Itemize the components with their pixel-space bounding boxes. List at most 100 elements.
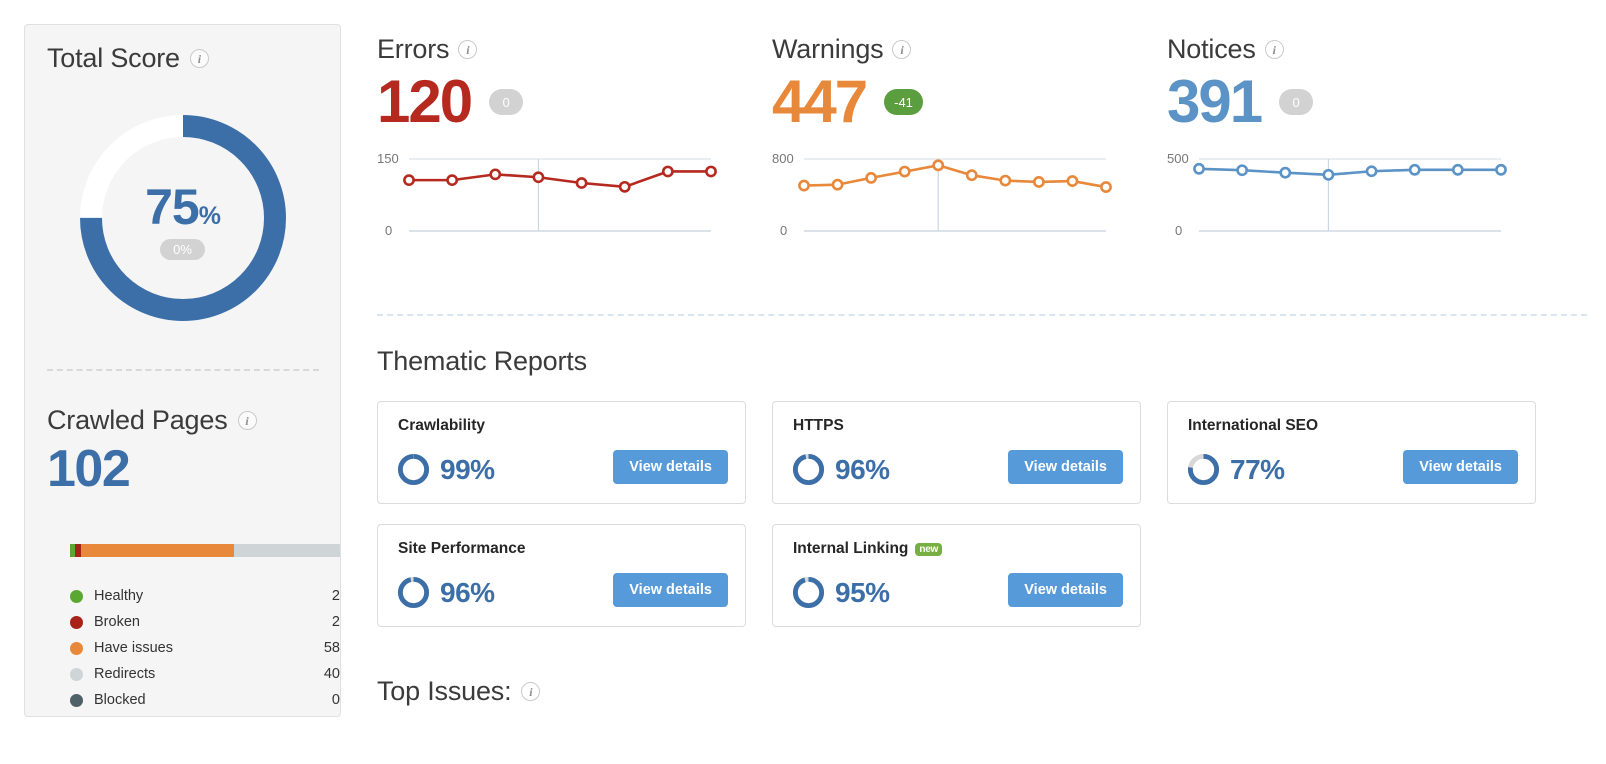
metric-sparkline: 500 0	[1167, 149, 1507, 249]
legend-label: Broken	[94, 614, 332, 630]
y-axis-min-label: 0	[385, 223, 392, 238]
mini-donut-icon	[396, 575, 431, 610]
sparkline-point	[1496, 165, 1505, 174]
thematic-report-score: 96%	[396, 575, 495, 610]
sparkline-point	[1453, 165, 1462, 174]
thematic-report-card[interactable]: HTTPS 96% View details	[772, 401, 1141, 504]
thematic-report-card[interactable]: Crawlability99%View details	[377, 401, 746, 504]
y-axis-min-label: 0	[1175, 223, 1182, 238]
thematic-report-percent: 77%	[1230, 456, 1285, 484]
legend-label: Blocked	[94, 692, 332, 708]
thematic-report-score: 77%	[1186, 452, 1285, 487]
sparkline-point	[1194, 164, 1203, 173]
thematic-report-card[interactable]: Internal Linking new 95% View details	[772, 524, 1141, 627]
sparkline-point	[1281, 168, 1290, 177]
sparkline-point	[967, 171, 976, 180]
thematic-report-label: International SEO	[1188, 417, 1318, 435]
site-audit-overview: Total Score i 75% 0% Crawled Pages i 102…	[0, 0, 1606, 764]
sparkline-point	[867, 173, 876, 182]
sparkline-point	[491, 170, 500, 179]
total-score-label: Total Score	[47, 43, 180, 74]
crawled-pages-label: Crawled Pages	[47, 405, 228, 436]
y-axis-min-label: 0	[780, 223, 787, 238]
view-details-button[interactable]: View details	[1403, 450, 1518, 484]
legend-value: 40	[324, 666, 340, 682]
legend-label: Healthy	[94, 588, 332, 604]
legend-value: 0	[332, 692, 340, 708]
sparkline-point	[1068, 176, 1077, 185]
sparkline-point	[663, 167, 672, 176]
info-icon[interactable]: i	[521, 682, 540, 701]
view-details-button[interactable]: View details	[613, 450, 728, 484]
sparkline-point	[404, 176, 413, 185]
metric-value: 391	[1167, 72, 1261, 132]
thematic-report-card[interactable]: Site Performance 96% View details	[377, 524, 746, 627]
info-icon[interactable]: i	[458, 40, 477, 59]
sparkline-point	[448, 176, 457, 185]
thematic-report-label: Internal Linking	[793, 540, 908, 558]
y-axis-max-label: 150	[377, 151, 399, 166]
info-icon[interactable]: i	[1265, 40, 1284, 59]
total-score-title: Total Score i	[47, 43, 209, 74]
sparkline-point	[1034, 177, 1043, 186]
legend-label: Redirects	[94, 666, 324, 682]
metric-value-row: 3910	[1167, 69, 1527, 135]
sparkline-point	[934, 161, 943, 170]
legend-row: Redirects40	[70, 661, 340, 687]
thematic-report-score: 96%	[791, 452, 890, 487]
legend-color-dot	[70, 616, 83, 629]
crawled-pages-stacked-bar	[70, 544, 340, 557]
info-icon[interactable]: i	[892, 40, 911, 59]
total-score-center: 75% 0%	[72, 107, 294, 329]
sparkline-point	[1324, 170, 1333, 179]
sparkline-point	[900, 167, 909, 176]
sparkline-point	[534, 173, 543, 182]
crawled-pages-legend: Healthy2Broken2Have issues58Redirects40B…	[70, 583, 340, 713]
thematic-report-label: Crawlability	[398, 417, 485, 435]
thematic-report-percent: 95%	[835, 579, 890, 607]
sparkline-point	[1101, 182, 1110, 191]
total-score-delta: 0%	[160, 239, 205, 261]
legend-value: 2	[332, 614, 340, 630]
view-details-button[interactable]: View details	[1008, 450, 1123, 484]
thematic-report-label: Site Performance	[398, 540, 526, 558]
metric-card-notices: Notices i 3910 500 0	[1167, 34, 1527, 249]
sparkline-point	[706, 167, 715, 176]
thematic-report-name: HTTPS	[793, 417, 844, 435]
info-icon[interactable]: i	[238, 411, 257, 430]
metric-title: Warningsi	[772, 34, 1132, 65]
new-badge: new	[915, 543, 942, 556]
info-icon[interactable]: i	[190, 49, 209, 68]
view-details-button[interactable]: View details	[613, 573, 728, 607]
panel-divider	[47, 369, 319, 371]
mini-donut-icon	[1186, 452, 1221, 487]
thematic-report-percent: 96%	[440, 579, 495, 607]
legend-value: 2	[332, 588, 340, 604]
top-issues-label: Top Issues:	[377, 676, 511, 707]
metric-title-label: Notices	[1167, 34, 1256, 65]
thematic-report-label: HTTPS	[793, 417, 844, 435]
y-axis-max-label: 800	[772, 151, 794, 166]
thematic-report-percent: 96%	[835, 456, 890, 484]
thematic-reports-title: Thematic Reports	[377, 346, 587, 377]
view-details-button[interactable]: View details	[1008, 573, 1123, 607]
legend-color-dot	[70, 590, 83, 603]
sparkline-point	[833, 180, 842, 189]
sparkline-point	[620, 182, 629, 191]
metric-sparkline: 800 0	[772, 149, 1112, 249]
thematic-report-score: 95%	[791, 575, 890, 610]
total-score-donut: 75% 0%	[72, 107, 294, 329]
legend-row: Have issues58	[70, 635, 340, 661]
metric-title: Notices i	[1167, 34, 1527, 65]
y-axis-max-label: 500	[1167, 151, 1189, 166]
sparkline-point	[1238, 166, 1247, 175]
sparkline-path	[804, 165, 1106, 187]
mini-donut-icon	[791, 452, 826, 487]
sparkline-point	[577, 178, 586, 187]
legend-color-dot	[70, 642, 83, 655]
thematic-report-name: Internal Linking new	[793, 540, 942, 558]
thematic-report-name: Crawlability	[398, 417, 485, 435]
legend-row: Broken2	[70, 609, 340, 635]
thematic-report-card[interactable]: International SEO 77% View details	[1167, 401, 1536, 504]
thematic-report-name: International SEO	[1188, 417, 1318, 435]
